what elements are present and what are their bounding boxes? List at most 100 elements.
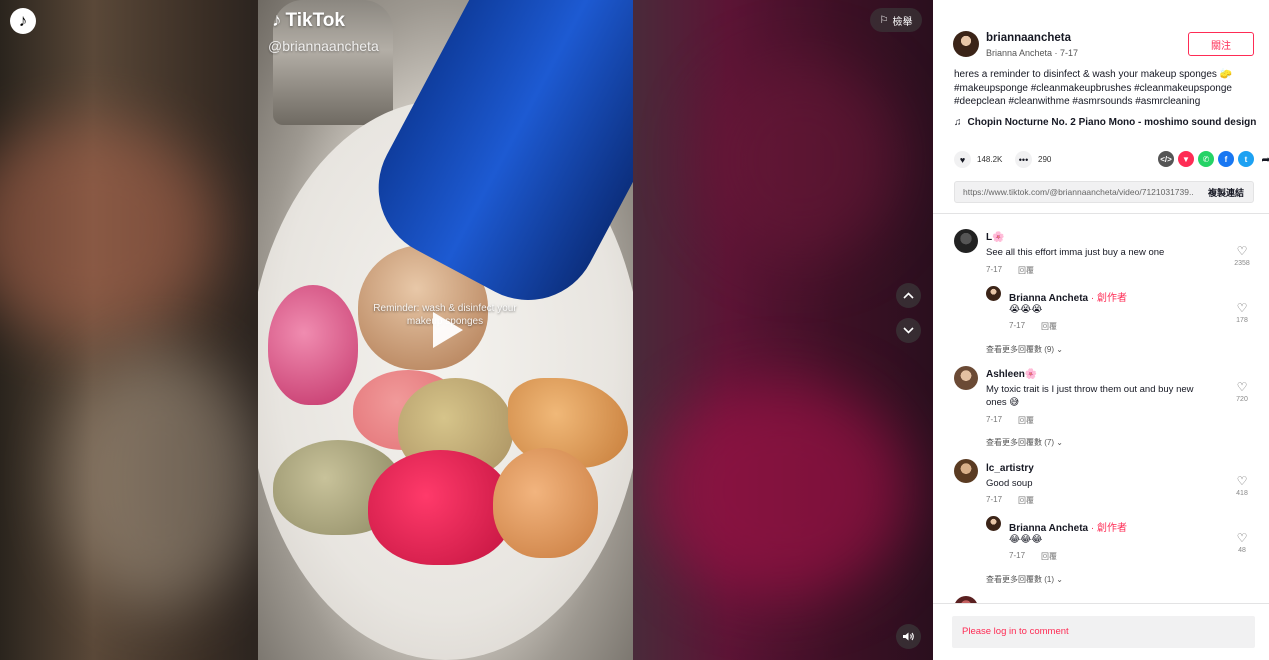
comment-date: 7-17 [986,495,1003,504]
previous-video-button[interactable] [896,283,921,308]
comment-text: Good soup [986,478,1033,489]
commenter-avatar[interactable] [954,596,978,603]
login-to-comment-button[interactable]: Please log in to comment [952,616,1255,648]
commenter-avatar[interactable] [954,229,978,253]
comment-text: See all this effort imma just buy a new … [986,247,1165,258]
comment-date: 7-17 [986,265,1003,274]
post-sidebar: briannaancheta Brianna Ancheta · 7-17 關注… [933,0,1269,660]
reply-like-button[interactable]: ♡ 178 [1227,302,1257,324]
reply-like-button[interactable]: ♡ 48 [1227,532,1257,554]
like-stat[interactable]: ♥ 148.2K [954,151,1002,168]
watermark-handle: @briannaancheta [268,38,379,54]
engagement-stats: ♥ 148.2K ••• 290 </> ▼ ✆ f t ➦ [954,151,1269,169]
heart-outline-icon: ♡ [1236,531,1248,545]
comment-like-button[interactable]: ♡ 418 [1227,475,1257,497]
commenter-name[interactable]: L🌸 [986,232,1005,243]
reply-button[interactable]: 回覆 [1018,265,1034,276]
comment-like-count: 2358 [1234,260,1250,267]
facebook-icon[interactable]: f [1218,151,1234,167]
reply-meta: 7-17 回覆 [1009,321,1057,332]
view-more-label: 查看更多回覆數 (1) [986,575,1054,584]
commenter-name[interactable]: Ashleen🌸 [986,369,1037,380]
commenter-name[interactable]: lc_artistry [986,463,1034,474]
sponge-image [368,450,513,565]
reply-text: 😂😂😂 [1009,534,1043,545]
view-more-replies[interactable]: 查看更多回覆數 (1) ⌄ [986,574,1063,585]
background-blur [700,60,900,260]
copy-link-button[interactable]: 複製連結 [1208,186,1244,199]
share-buttons: </> ▼ ✆ f t ➦ [1158,151,1269,167]
comment-icon: ••• [1015,151,1032,168]
twitter-icon[interactable]: t [1238,151,1254,167]
tiktok-logo-icon: ♪ [272,10,282,31]
comment-meta: 7-17 回覆 [986,265,1034,276]
report-label: 檢舉 [892,16,913,28]
reply-button[interactable]: 回覆 [1041,321,1057,332]
commenter-avatar[interactable] [954,366,978,390]
comment-like-count: 720 [1236,396,1248,403]
description-text: heres a reminder to disinfect & wash you… [954,69,1233,80]
play-icon[interactable] [433,312,463,348]
background-blur [650,380,910,600]
heart-outline-icon: ♡ [1236,380,1248,394]
reply-like-count: 48 [1238,547,1246,554]
chevron-up-icon [903,292,914,299]
reply-author[interactable]: Brianna Ancheta · 創作者 [1009,289,1127,304]
comment-like-button[interactable]: ♡ 2358 [1227,245,1257,267]
reply-date: 7-17 [1009,551,1026,560]
like-count: 148.2K [977,155,1003,164]
comment-count: 290 [1038,155,1052,164]
volume-icon [903,632,914,641]
reply-button[interactable]: 回覆 [1018,415,1034,426]
tiktok-logo-icon[interactable]: ♪ [10,8,36,34]
volume-button[interactable] [896,624,921,649]
comment-text: My toxic trait is I just throw them out … [986,384,1194,408]
reply-author[interactable]: Brianna Ancheta · 創作者 [1009,519,1127,534]
view-more-replies[interactable]: 查看更多回覆數 (9) ⌄ [986,344,1063,355]
reply-meta: 7-17 回覆 [1009,551,1057,562]
comment-like-count: 418 [1236,490,1248,497]
flag-icon: ⚐ [879,14,889,26]
reply-like-count: 178 [1236,317,1248,324]
share-arrow-icon[interactable]: ➦ [1258,151,1269,167]
heart-outline-icon: ♡ [1236,301,1248,315]
video-link-url[interactable]: https://www.tiktok.com/@briannaancheta/v… [963,187,1193,197]
video-watermark: ♪ TikTok [272,10,345,32]
whatsapp-icon[interactable]: ✆ [1198,151,1214,167]
music-title: Chopin Nocturne No. 2 Piano Mono - moshi… [967,117,1257,128]
reply-date: 7-17 [1009,321,1026,330]
report-button[interactable]: ⚐ 檢舉 [870,8,922,32]
embed-icon[interactable]: </> [1158,151,1174,167]
hashtag-list[interactable]: #makeupsponge #cleanmakeupbrushes #clean… [954,83,1232,108]
reply-avatar[interactable] [986,286,1001,301]
comment-meta: 7-17 回覆 [986,495,1034,506]
comment-list[interactable]: L🌸 See all this effort imma just buy a n… [933,214,1269,603]
background-blur [60,350,260,610]
reply-button[interactable]: 回覆 [1018,495,1034,506]
heart-outline-icon: ♡ [1236,244,1248,258]
comment-stat[interactable]: ••• 290 [1015,151,1051,168]
next-video-button[interactable] [896,318,921,343]
author-avatar[interactable] [953,31,979,57]
chevron-down-icon [903,327,914,334]
view-more-replies[interactable]: 查看更多回覆數 (7) ⌄ [986,437,1063,448]
chevron-down-icon: ⌄ [1056,438,1063,447]
background-blur [0,120,220,340]
reply-button[interactable]: 回覆 [1041,551,1057,562]
sponge-image [268,285,358,405]
follow-button[interactable]: 關注 [1188,32,1254,56]
comment-like-button[interactable]: ♡ 720 [1227,381,1257,403]
reply-avatar[interactable] [986,516,1001,531]
view-more-label: 查看更多回覆數 (7) [986,438,1054,447]
video-link-box: https://www.tiktok.com/@briannaancheta/v… [954,181,1254,203]
video-player[interactable]: ♪ ♪ TikTok @briannaancheta Reminder: was… [0,0,933,660]
chevron-down-icon: ⌄ [1056,345,1063,354]
send-icon[interactable]: ▼ [1178,151,1194,167]
comment-meta: 7-17 回覆 [986,415,1034,426]
music-link[interactable]: ♫ Chopin Nocturne No. 2 Piano Mono - mos… [954,117,1256,128]
commenter-avatar[interactable] [954,459,978,483]
heart-outline-icon: ♡ [1236,474,1248,488]
author-display-date: Brianna Ancheta · 7-17 [986,48,1079,58]
reply-text: 😭😭😭 [1009,304,1043,315]
author-username[interactable]: briannaancheta [986,32,1071,44]
